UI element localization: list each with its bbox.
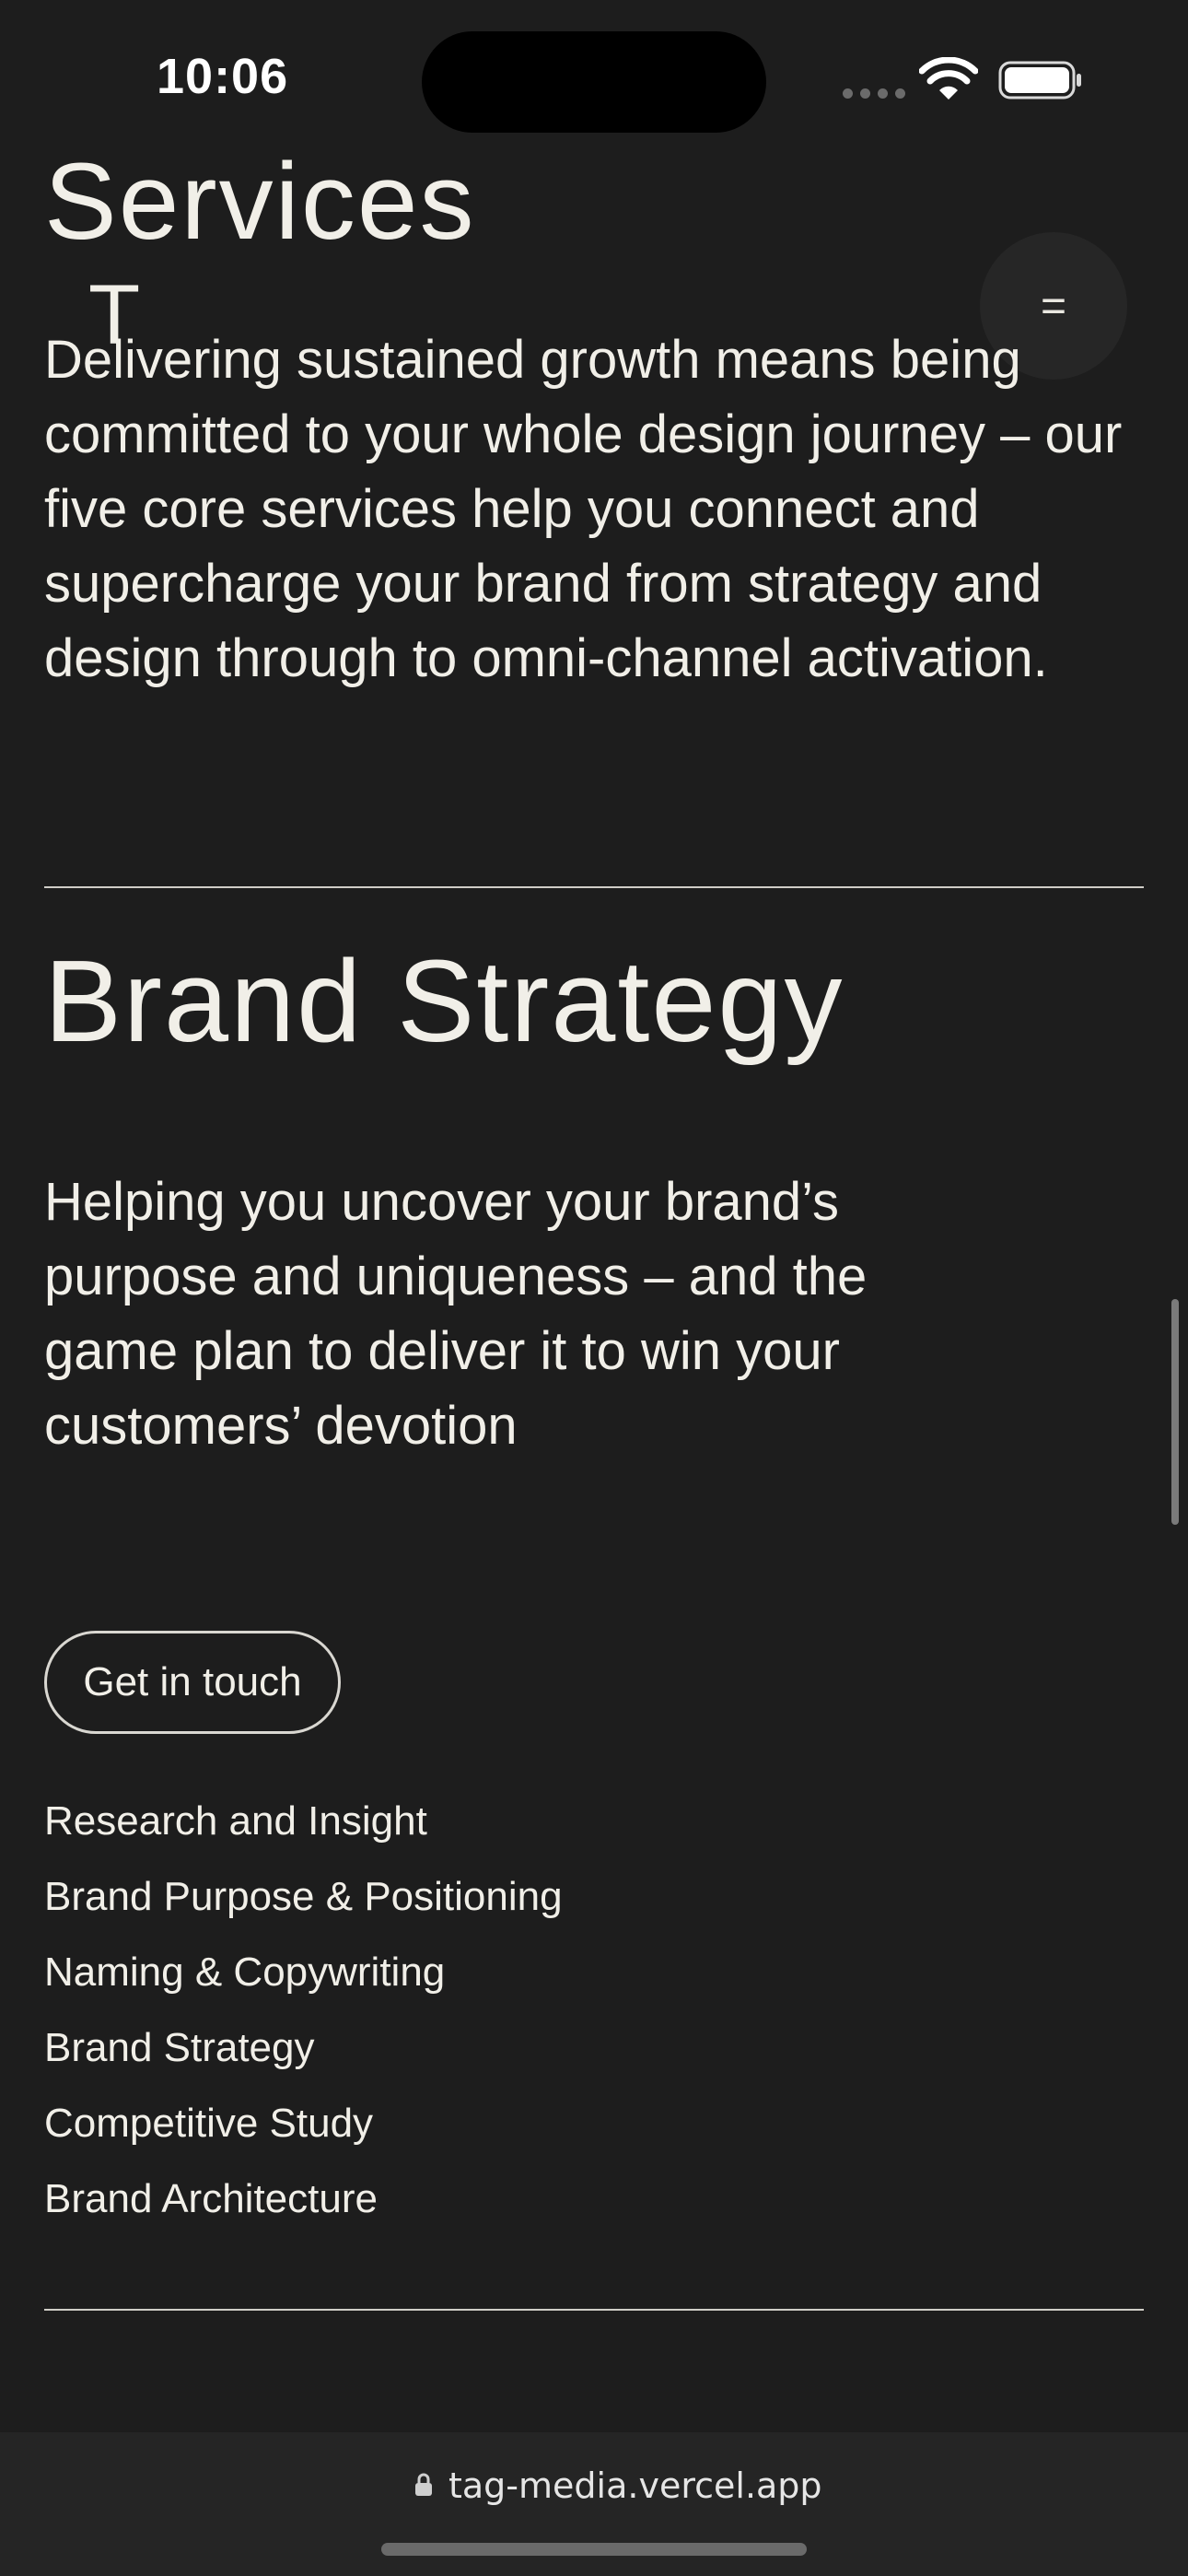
intro-text: Delivering sustained growth means being … [44,330,1123,688]
section-divider [44,2309,1144,2311]
get-in-touch-button[interactable]: Get in touch [44,1631,341,1734]
service-item: Brand Strategy [44,2025,315,2070]
status-time: 10:06 [157,49,289,104]
service-item: Naming & Copywriting [44,1950,446,1995]
service-item: Brand Purpose & Positioning [44,1874,563,1919]
dynamic-island [422,31,766,133]
service-item: Brand Architecture [44,2176,378,2221]
battery-icon [998,61,1081,100]
service-list: Research and Insight Brand Purpose & Pos… [44,1784,563,2237]
service-item: Research and Insight [44,1798,427,1844]
status-bar: 10:06 [0,0,1188,157]
service-item: Competitive Study [44,2101,374,2146]
cellular-signal-icon [843,88,905,100]
lock-icon [415,2473,432,2496]
home-indicator[interactable] [381,2543,807,2556]
url-text[interactable]: tag-media.vercel.app [448,2465,822,2506]
section-title: Brand Strategy [44,936,844,1066]
scrollbar[interactable] [1171,1299,1179,1525]
page-title: Services [44,141,476,263]
wifi-icon [919,57,978,100]
section-divider [44,886,1144,888]
section-description: Helping you uncover your brand’s purpose… [44,1172,868,1456]
